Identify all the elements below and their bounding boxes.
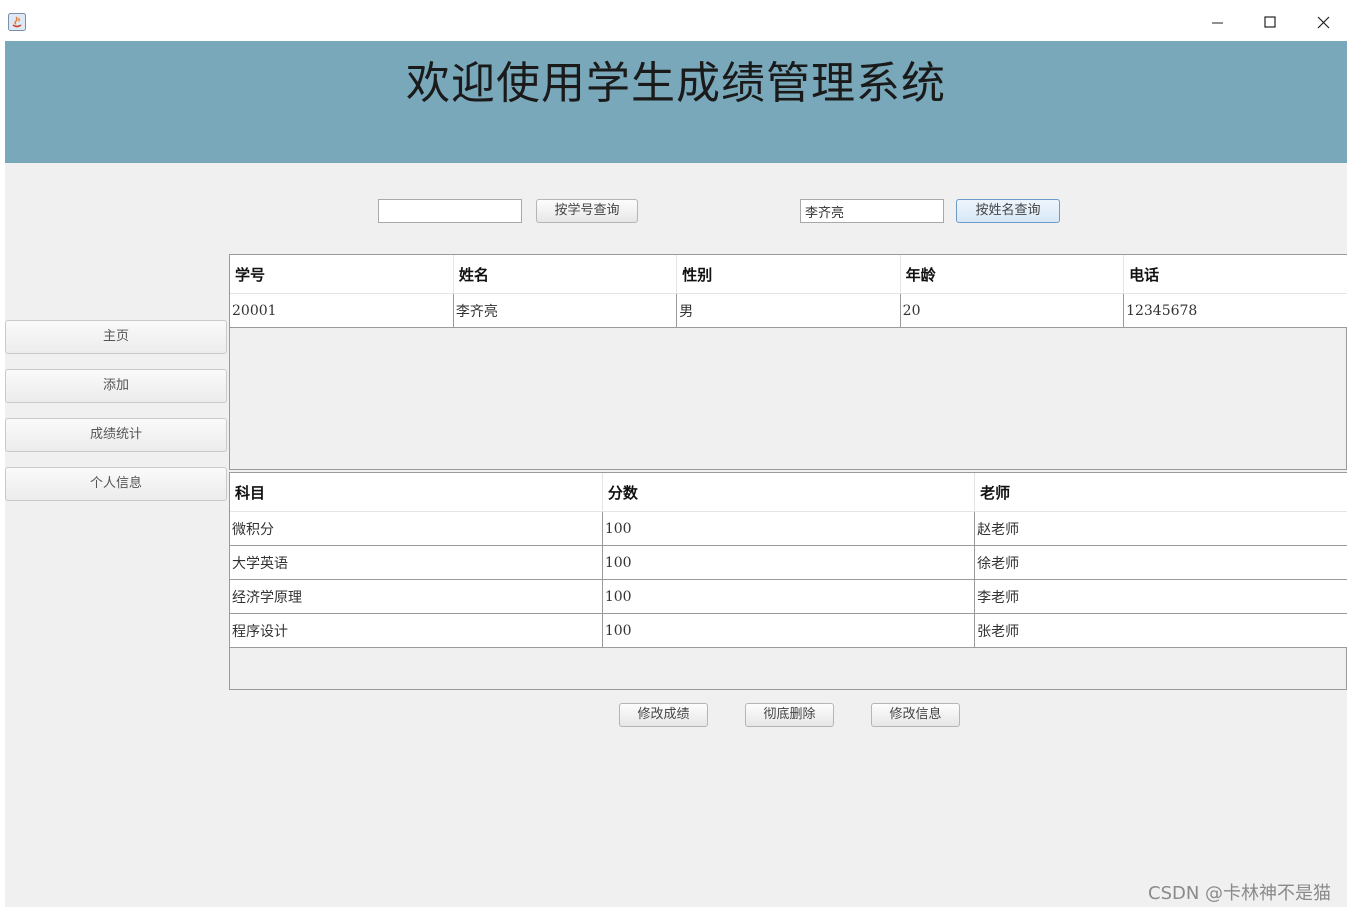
cell-subject[interactable]: 程序设计: [230, 613, 603, 648]
column-header-gender[interactable]: 性别: [676, 255, 901, 294]
column-header-teacher[interactable]: 老师: [974, 473, 1347, 512]
score-table-scroll-pane[interactable]: 科目 分数 老师 微积分 100 赵老师 大学英语 100 徐老师 经济学原理 …: [229, 472, 1347, 690]
table-row[interactable]: 大学英语 100 徐老师: [230, 545, 1347, 580]
main-panel: 欢迎使用学生成绩管理系统 按学号查询 按姓名查询 主页 添加 成绩统计 个人信息…: [5, 41, 1347, 907]
score-table: 科目 分数 老师 微积分 100 赵老师 大学英语 100 徐老师 经济学原理 …: [230, 473, 1347, 648]
cell-gender[interactable]: 男: [676, 293, 901, 328]
column-header-age[interactable]: 年龄: [900, 255, 1125, 294]
table-row[interactable]: 微积分 100 赵老师: [230, 511, 1347, 546]
cell-phone[interactable]: 12345678: [1123, 293, 1347, 328]
close-icon: [1317, 16, 1330, 29]
title-bar: [0, 0, 1356, 41]
column-header-phone[interactable]: 电话: [1123, 255, 1347, 294]
maximize-icon: [1264, 16, 1276, 28]
maximize-button[interactable]: [1247, 8, 1293, 36]
close-button[interactable]: [1300, 8, 1346, 36]
cell-score[interactable]: 100: [602, 613, 976, 648]
sidebar-item-home[interactable]: 主页: [5, 320, 227, 354]
sidebar-item-score-stats[interactable]: 成绩统计: [5, 418, 227, 452]
cell-student-id[interactable]: 20001: [230, 293, 454, 328]
cell-teacher[interactable]: 赵老师: [974, 511, 1347, 546]
student-table-scroll-pane[interactable]: 学号 姓名 性别 年龄 电话 20001 李齐亮 男 20 12345678: [229, 254, 1347, 470]
cell-score[interactable]: 100: [602, 511, 976, 546]
column-header-score[interactable]: 分数: [602, 473, 976, 512]
cell-subject[interactable]: 大学英语: [230, 545, 603, 580]
app-window: 欢迎使用学生成绩管理系统 按学号查询 按姓名查询 主页 添加 成绩统计 个人信息…: [0, 0, 1356, 913]
cell-score[interactable]: 100: [602, 545, 976, 580]
sidebar-item-personal-info[interactable]: 个人信息: [5, 467, 227, 501]
table-row[interactable]: 20001 李齐亮 男 20 12345678: [230, 293, 1347, 328]
cell-subject[interactable]: 微积分: [230, 511, 603, 546]
header-banner: 欢迎使用学生成绩管理系统: [5, 41, 1347, 163]
table-row[interactable]: 经济学原理 100 李老师: [230, 579, 1347, 614]
app-title: 欢迎使用学生成绩管理系统: [406, 58, 946, 109]
student-table-header-row: 学号 姓名 性别 年龄 电话: [230, 255, 1347, 294]
cell-subject[interactable]: 经济学原理: [230, 579, 603, 614]
edit-score-button[interactable]: 修改成绩: [619, 703, 708, 727]
cell-name[interactable]: 李齐亮: [453, 293, 678, 328]
column-header-subject[interactable]: 科目: [230, 473, 603, 512]
cell-teacher[interactable]: 徐老师: [974, 545, 1347, 580]
search-by-name-button[interactable]: 按姓名查询: [956, 199, 1060, 223]
csdn-watermark: CSDN @卡林神不是猫: [1148, 883, 1332, 904]
column-header-student-id[interactable]: 学号: [230, 255, 454, 294]
student-table: 学号 姓名 性别 年龄 电话 20001 李齐亮 男 20 12345678: [230, 255, 1347, 328]
column-header-name[interactable]: 姓名: [453, 255, 678, 294]
minimize-button[interactable]: [1194, 8, 1240, 36]
student-id-search-input[interactable]: [378, 199, 522, 223]
cell-teacher[interactable]: 张老师: [974, 613, 1347, 648]
student-name-search-input[interactable]: [800, 199, 944, 223]
search-by-id-button[interactable]: 按学号查询: [536, 199, 638, 223]
sidebar-item-add[interactable]: 添加: [5, 369, 227, 403]
cell-age[interactable]: 20: [900, 293, 1125, 328]
cell-teacher[interactable]: 李老师: [974, 579, 1347, 614]
table-row[interactable]: 程序设计 100 张老师: [230, 613, 1347, 648]
edit-info-button[interactable]: 修改信息: [871, 703, 960, 727]
cell-score[interactable]: 100: [602, 579, 976, 614]
java-app-icon: [8, 13, 26, 31]
minimize-icon: [1212, 22, 1223, 24]
delete-permanently-button[interactable]: 彻底删除: [745, 703, 834, 727]
score-table-header-row: 科目 分数 老师: [230, 473, 1347, 512]
